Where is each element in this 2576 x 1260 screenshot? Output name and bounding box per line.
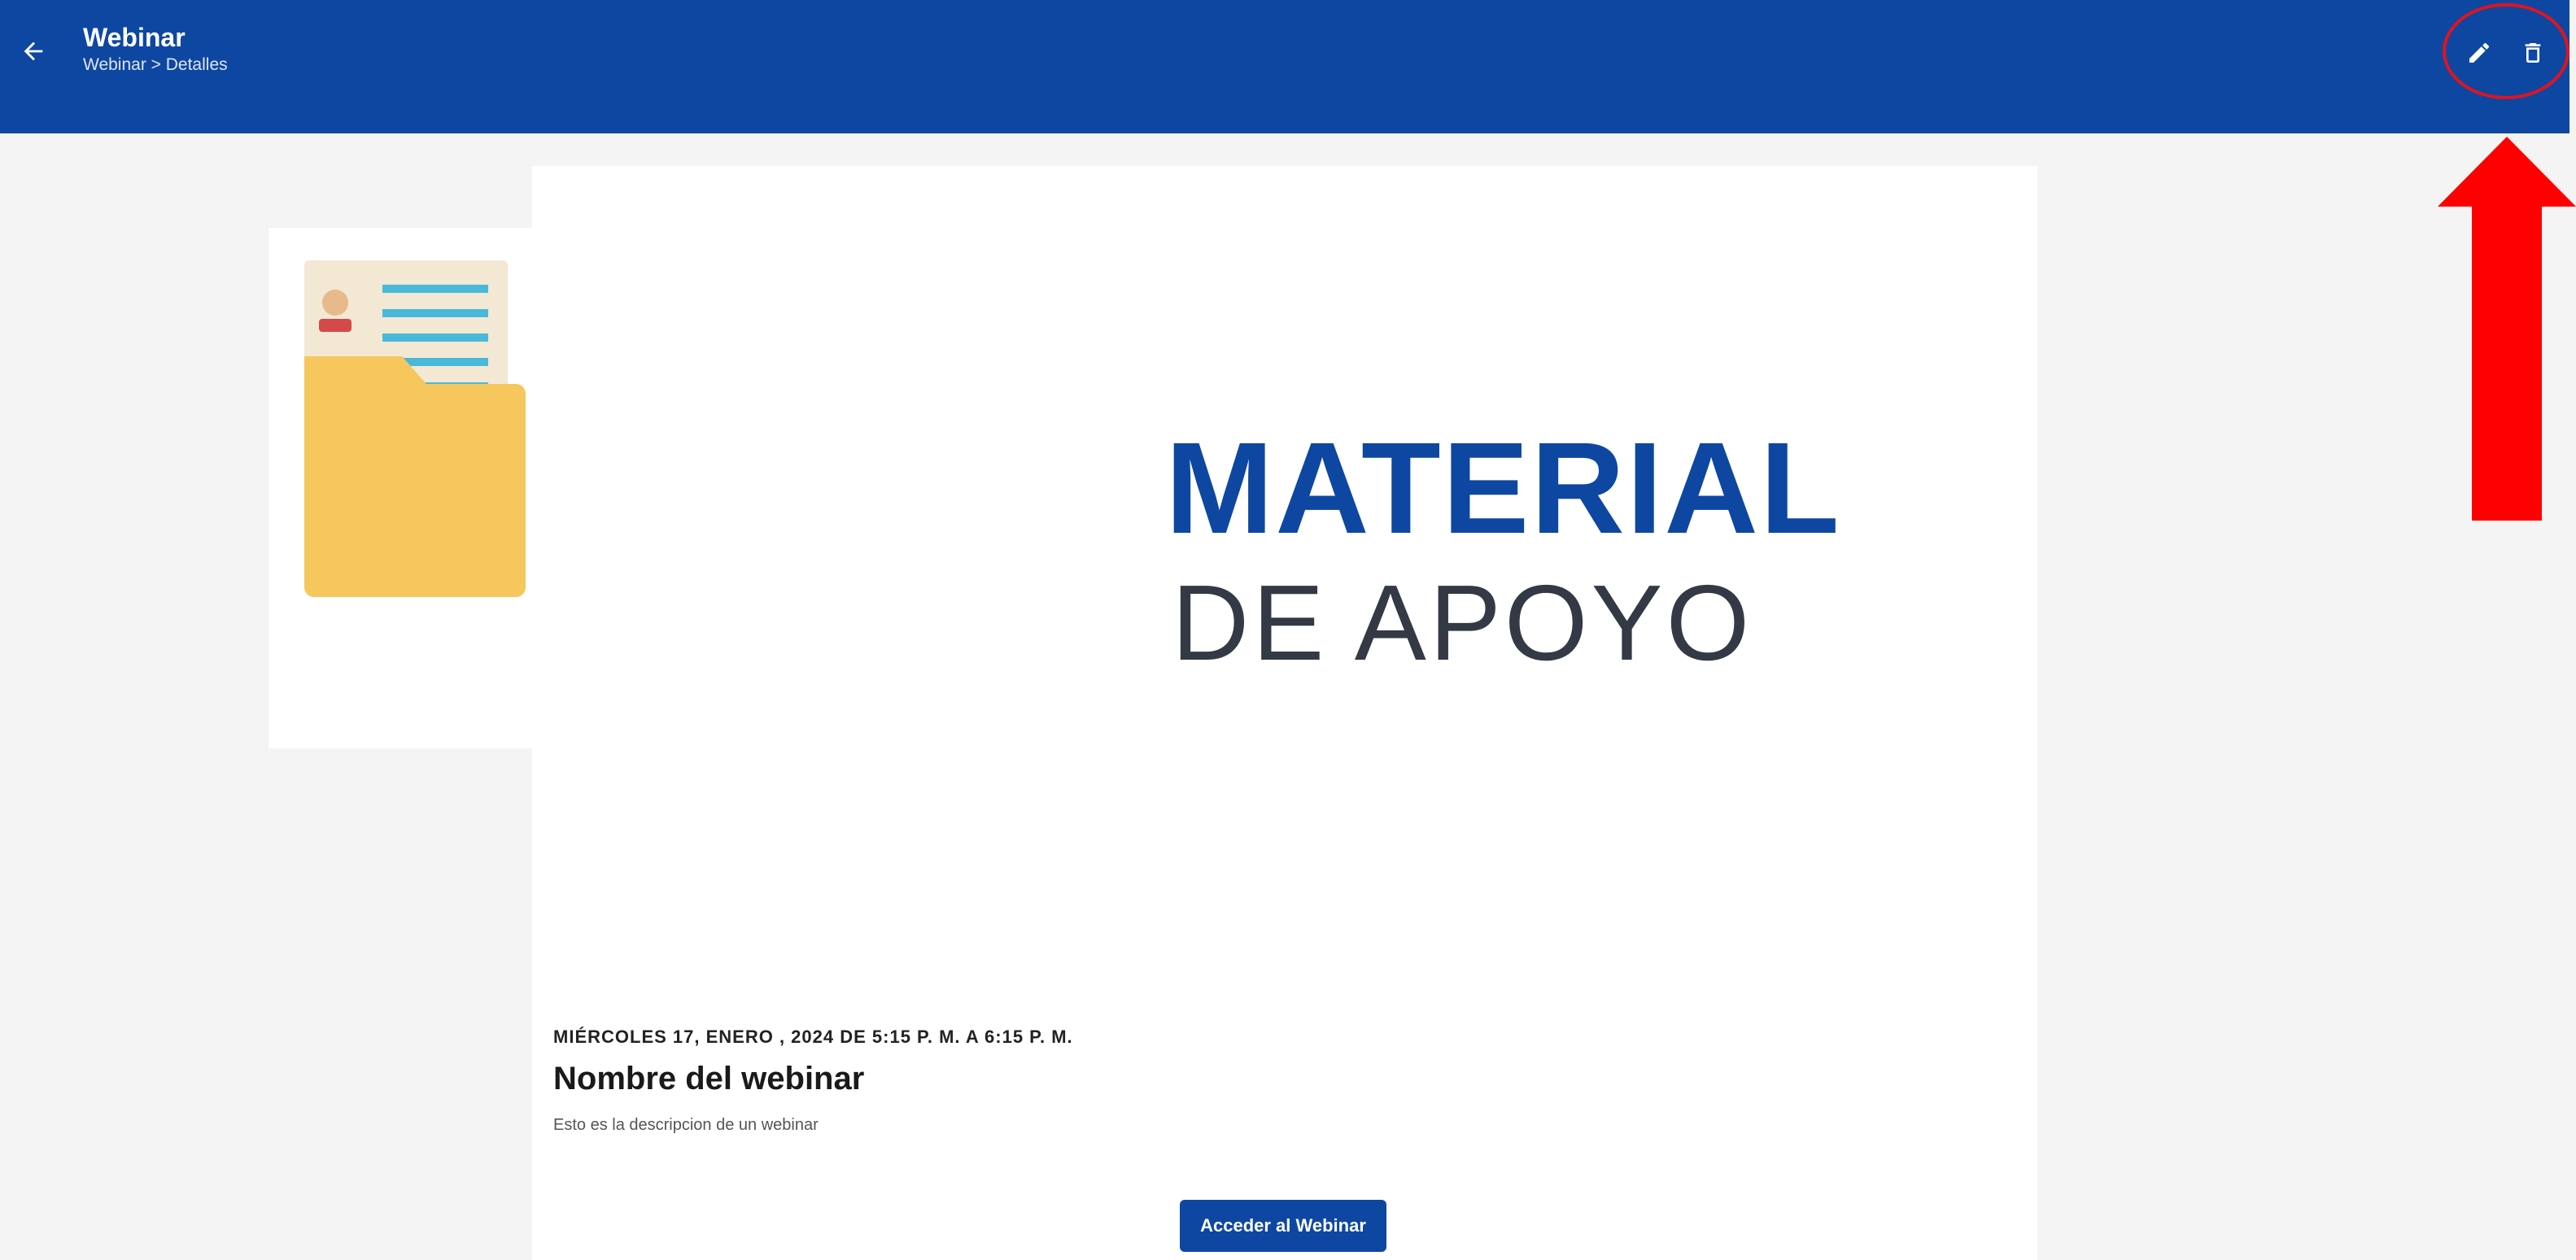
back-button[interactable] bbox=[15, 33, 52, 70]
app-bar: Webinar Webinar > Detalles bbox=[0, 0, 2569, 133]
page-title: Webinar bbox=[83, 23, 186, 52]
annotation-arrow bbox=[2438, 137, 2576, 521]
title-block: Webinar Webinar > Detalles bbox=[83, 21, 228, 76]
webinar-name: Nombre del webinar bbox=[553, 1061, 865, 1097]
webinar-description: Esto es la descripcion de un webinar bbox=[553, 1116, 819, 1134]
banner-subtitle: DE APOYO bbox=[1172, 563, 1753, 682]
webinar-datetime: MIÉRCOLES 17, ENERO , 2024 DE 5:15 P. M.… bbox=[553, 1027, 1073, 1047]
join-webinar-button[interactable]: Acceder al Webinar bbox=[1180, 1200, 1386, 1252]
annotation-circle bbox=[2443, 3, 2569, 99]
breadcrumb: Webinar > Detalles bbox=[83, 55, 228, 74]
banner-title: MATERIAL bbox=[1165, 415, 1841, 560]
arrow-left-icon bbox=[24, 41, 43, 61]
